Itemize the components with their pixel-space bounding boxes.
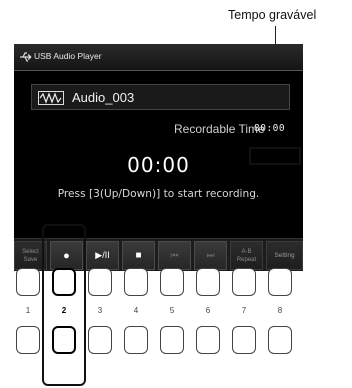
setting-button[interactable]: Setting <box>266 241 303 270</box>
hw-down-button-8[interactable] <box>268 326 292 354</box>
annotation-highlight-box <box>249 147 301 165</box>
title-bar: USB Audio Player <box>14 44 303 71</box>
play-pause-button[interactable]: ▶/II <box>86 241 119 270</box>
button-number-3: 3 <box>97 306 103 315</box>
setting-label: Setting <box>274 252 295 259</box>
next-button[interactable]: ⏭ <box>194 241 227 270</box>
ab-repeat-button[interactable]: A-B Repeat <box>230 241 263 270</box>
audio-file-selector[interactable]: Audio_003 <box>31 84 290 110</box>
hw-down-button-1[interactable] <box>16 326 40 354</box>
recordable-time-value: 80:00 <box>254 123 286 134</box>
hw-up-button-1[interactable] <box>16 268 40 296</box>
hw-up-button-8[interactable] <box>268 268 292 296</box>
audio-wave-icon <box>38 91 64 105</box>
button-number-1: 1 <box>25 306 31 315</box>
screen-title: USB Audio Player <box>34 51 102 61</box>
stop-button[interactable]: ■ <box>122 241 155 270</box>
hw-up-button-5[interactable] <box>160 268 184 296</box>
hw-down-button-5[interactable] <box>160 326 184 354</box>
previous-icon: ⏮ <box>170 250 179 260</box>
hw-up-button-7[interactable] <box>232 268 256 296</box>
select-save-label-1: Select <box>22 248 39 255</box>
hw-up-button-6[interactable] <box>196 268 220 296</box>
previous-button[interactable]: ⏮ <box>158 241 191 270</box>
button-number-5: 5 <box>169 306 175 315</box>
hw-down-button-4[interactable] <box>124 326 148 354</box>
next-icon: ⏭ <box>206 250 215 260</box>
hw-down-button-7[interactable] <box>232 326 256 354</box>
annotation-label: Tempo gravável <box>228 8 317 22</box>
select-save-label-2: Save <box>23 256 38 263</box>
hw-down-button-6[interactable] <box>196 326 220 354</box>
hw-up-button-4[interactable] <box>124 268 148 296</box>
record-column-highlight <box>42 224 86 386</box>
button-number-7: 7 <box>241 306 247 315</box>
instruction-text: Press [3(Up/Down)] to start recording. <box>57 188 260 200</box>
hw-up-button-3[interactable] <box>88 268 112 296</box>
button-number-4: 4 <box>133 306 139 315</box>
hw-down-button-3[interactable] <box>88 326 112 354</box>
file-name: Audio_003 <box>72 90 135 105</box>
stop-icon: ■ <box>135 250 142 261</box>
button-number-8: 8 <box>277 306 283 315</box>
ab-repeat-label-1: A-B <box>241 248 252 255</box>
ab-repeat-label-2: Repeat <box>236 256 257 263</box>
play-pause-icon: ▶/II <box>95 250 110 260</box>
usb-icon <box>20 52 32 62</box>
recordable-time-label: Recordable Time <box>174 122 265 136</box>
button-number-6: 6 <box>205 306 211 315</box>
